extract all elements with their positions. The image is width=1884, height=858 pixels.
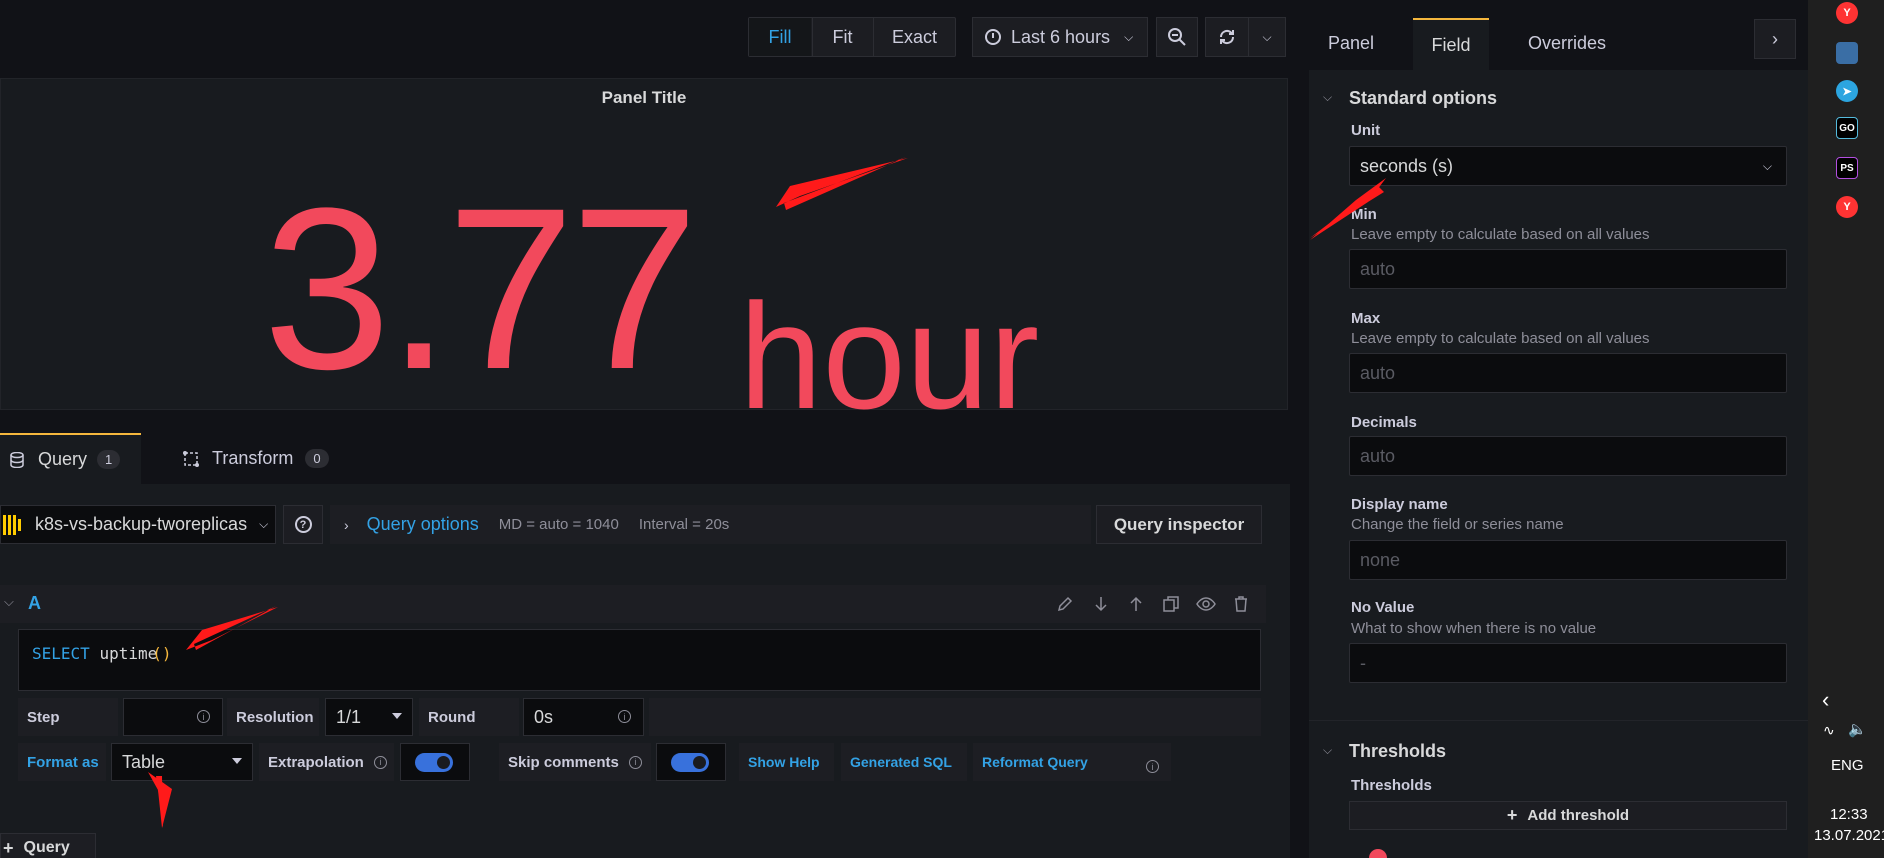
arrow-to-format-as bbox=[148, 772, 172, 828]
arrow-to-sql bbox=[186, 606, 278, 650]
annotation-arrows bbox=[148, 157, 1386, 828]
arrow-to-unit-select bbox=[1310, 178, 1386, 240]
arrow-to-unit-value bbox=[776, 157, 908, 210]
